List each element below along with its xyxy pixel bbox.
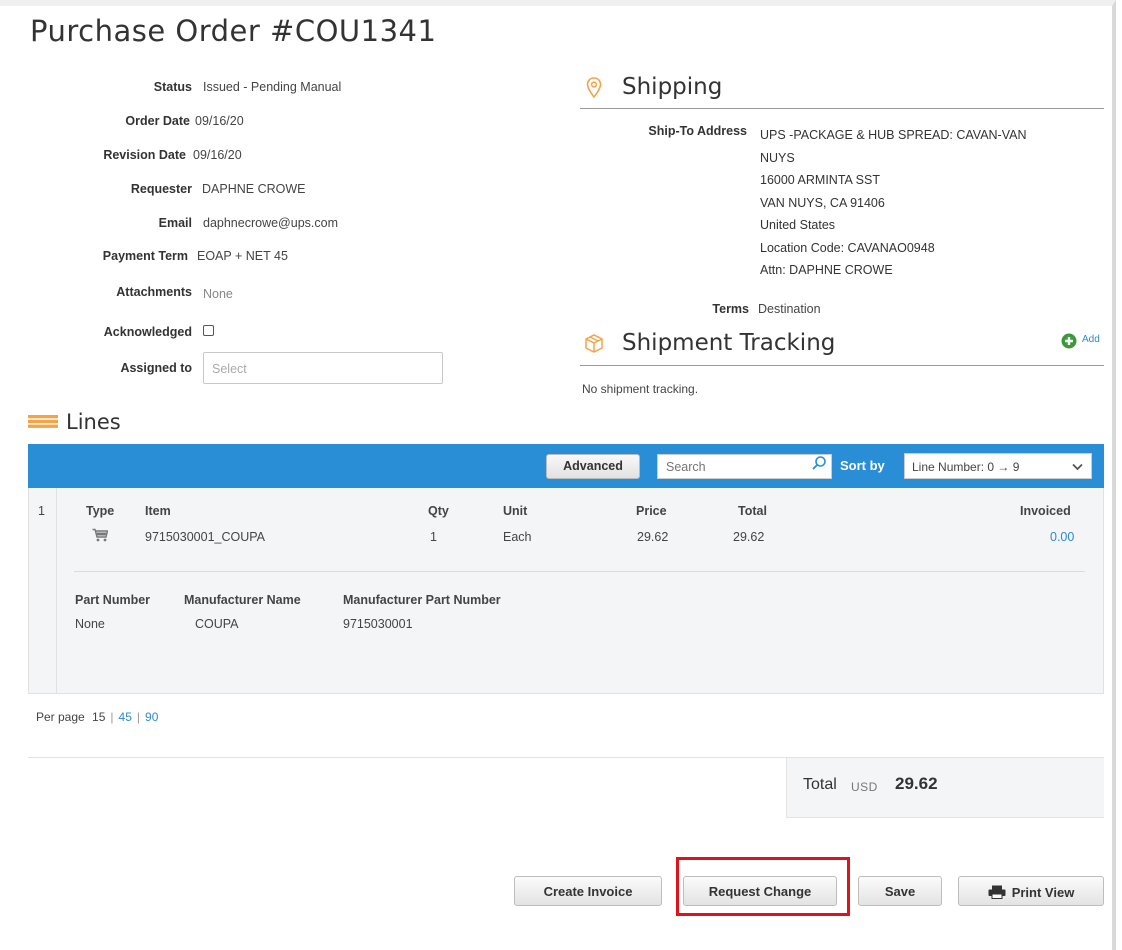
- printer-icon: [988, 885, 1006, 899]
- total-label: Total: [803, 776, 837, 793]
- sort-by-value: Line Number: 0 → 9: [912, 460, 1020, 474]
- line-number: 1: [38, 504, 45, 518]
- line-detail-divider: [74, 571, 1085, 572]
- no-tracking-text: No shipment tracking.: [582, 382, 699, 396]
- col-header-part-number: Part Number: [75, 593, 151, 607]
- per-page-option-45[interactable]: 45: [119, 710, 132, 724]
- line-total: 29.62: [733, 530, 765, 544]
- line-item-panel: [28, 488, 1104, 694]
- revision-date-label: Revision Date: [103, 148, 186, 162]
- col-header-total: Total: [738, 504, 767, 518]
- total-amount: 29.62: [895, 774, 938, 793]
- address-line: Location Code: CAVANAO0948: [760, 240, 935, 255]
- ship-to-address-label: Ship-To Address: [648, 124, 747, 138]
- manufacturer-part-number-value: 9715030001: [343, 617, 413, 631]
- terms-value: Destination: [758, 302, 821, 316]
- requester-value: DAPHNE CROWE: [202, 182, 306, 196]
- col-header-type: Type: [86, 504, 115, 518]
- add-tracking-link[interactable]: Add: [1082, 334, 1100, 345]
- shipping-divider: [580, 108, 1104, 109]
- attachments-value: None: [203, 287, 233, 301]
- order-total-box: Total USD 29.62: [786, 758, 1104, 818]
- address-line: VAN NUYS, CA 91406: [760, 195, 885, 210]
- col-header-qty: Qty: [428, 504, 449, 518]
- acknowledged-label: Acknowledged: [103, 325, 192, 339]
- email-value: daphnecrowe@ups.com: [203, 216, 338, 230]
- per-page-current: 15: [92, 710, 106, 724]
- address-line: United States: [760, 218, 836, 232]
- per-page-control: Per page 15 | 45 | 90: [36, 710, 159, 724]
- order-date-label: Order Date: [125, 114, 190, 128]
- line-item-name: 9715030001_COUPA: [145, 530, 265, 544]
- col-header-manufacturer-name: Manufacturer Name: [184, 593, 301, 607]
- print-view-button[interactable]: Print View: [958, 876, 1104, 906]
- payment-term-label: Payment Term: [102, 249, 188, 263]
- address-line: NUYS: [760, 150, 795, 165]
- requester-label: Requester: [130, 182, 192, 196]
- line-price: 29.62: [637, 530, 669, 544]
- assigned-to-label: Assigned to: [120, 361, 192, 375]
- assigned-to-select[interactable]: Select: [203, 352, 443, 384]
- status-value: Issued - Pending Manual: [203, 80, 342, 94]
- package-box-icon: [585, 334, 603, 353]
- col-header-unit: Unit: [503, 504, 528, 518]
- terms-label: Terms: [712, 302, 749, 316]
- advanced-button[interactable]: Advanced: [546, 454, 640, 479]
- total-currency: USD: [851, 780, 878, 794]
- shipment-tracking-heading: Shipment Tracking: [622, 330, 836, 356]
- attachments-label: Attachments: [116, 285, 192, 299]
- lines-search-input[interactable]: [657, 454, 832, 479]
- manufacturer-name-value: COUPA: [195, 617, 239, 631]
- address-line: UPS -PACKAGE & HUB SPREAD: CAVAN-VAN: [760, 128, 1027, 142]
- address-line: 16000 ARMINTA SST: [760, 173, 880, 187]
- col-header-item: Item: [145, 504, 171, 518]
- page-title: Purchase Order #COU1341: [30, 14, 437, 48]
- add-plus-icon[interactable]: [1061, 333, 1077, 349]
- search-icon[interactable]: [811, 455, 827, 471]
- address-line: Attn: DAPHNE CROWE: [760, 263, 893, 277]
- status-label: Status: [153, 80, 192, 94]
- sort-by-label: Sort by: [840, 458, 885, 473]
- part-number-value: None: [75, 617, 105, 631]
- create-invoice-button[interactable]: Create Invoice: [514, 876, 662, 906]
- line-invoiced-link[interactable]: 0.00: [1050, 530, 1074, 544]
- location-pin-icon: [586, 77, 602, 99]
- sort-by-select[interactable]: Line Number: 0 → 9: [904, 453, 1092, 479]
- tracking-divider: [580, 365, 1104, 366]
- col-header-manufacturer-part-number: Manufacturer Part Number: [343, 593, 501, 607]
- line-qty: 1: [430, 530, 437, 544]
- per-page-option-90[interactable]: 90: [145, 710, 158, 724]
- request-change-highlight: [676, 857, 850, 916]
- lines-list-icon: [28, 415, 58, 428]
- lines-heading: Lines: [66, 410, 121, 434]
- acknowledged-checkbox[interactable]: [203, 325, 214, 336]
- payment-term-value: EOAP + NET 45: [197, 249, 288, 263]
- ship-to-address: UPS -PACKAGE & HUB SPREAD: CAVAN-VAN NUY…: [760, 124, 1090, 282]
- order-date-value: 09/16/20: [195, 114, 244, 128]
- email-label: Email: [158, 216, 192, 230]
- line-number-column: [28, 488, 57, 694]
- chevron-down-icon: [1072, 463, 1083, 471]
- save-button[interactable]: Save: [858, 876, 942, 906]
- line-unit: Each: [503, 530, 532, 544]
- cart-icon: [92, 528, 108, 542]
- print-view-label: Print View: [1011, 884, 1075, 900]
- revision-date-value: 09/16/20: [193, 148, 242, 162]
- per-page-label: Per page: [36, 710, 85, 724]
- col-header-price: Price: [636, 504, 667, 518]
- shipping-heading: Shipping: [622, 74, 723, 100]
- col-header-invoiced: Invoiced: [1020, 504, 1071, 518]
